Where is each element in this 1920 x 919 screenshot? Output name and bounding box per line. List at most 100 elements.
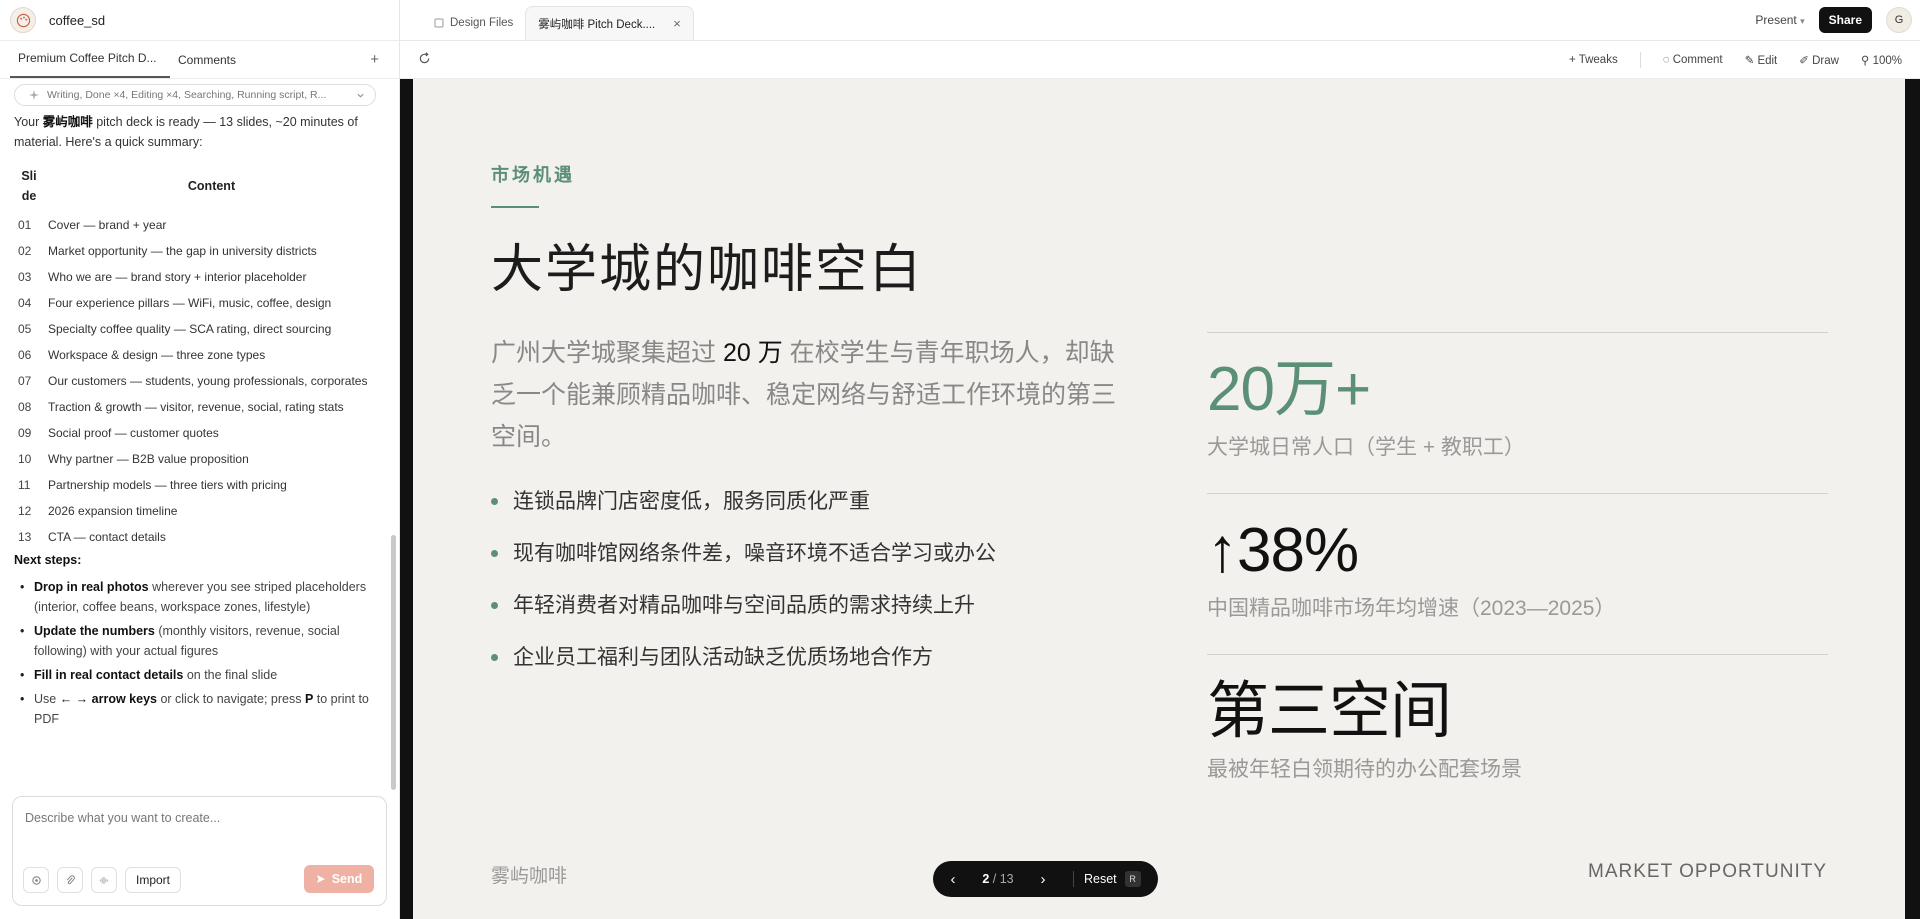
- stat-population: 20万+ 大学城日常人口（学生 + 教职工）: [1207, 332, 1828, 493]
- bullet-item: 现有咖啡馆网络条件差，噪音环境不适合学习或办公: [491, 541, 996, 593]
- step-text: or click to navigate; press: [156, 692, 305, 706]
- slide[interactable]: 市场机遇 大学城的咖啡空白 广州大学城聚集超过 20 万 在校学生与青年职场人，…: [413, 79, 1905, 919]
- close-tab-icon[interactable]: ×: [673, 16, 681, 31]
- table-row: 13 CTA — contact details: [14, 524, 379, 550]
- table-row: 01 Cover — brand + year: [14, 212, 379, 238]
- tab-pitch-deck-chat[interactable]: Premium Coffee Pitch D...: [10, 51, 170, 78]
- import-button[interactable]: Import: [125, 867, 182, 893]
- tweaks-button[interactable]: + Tweaks: [1569, 54, 1618, 66]
- bullet-item: 年轻消费者对精品咖啡与空间品质的需求持续上升: [491, 593, 996, 645]
- file-icon: [434, 18, 444, 28]
- stat-value: 第三空间: [1207, 677, 1452, 746]
- new-chat-plus-icon[interactable]: +: [370, 51, 379, 68]
- send-arrow-icon: [316, 875, 325, 883]
- present-dropdown[interactable]: Present ▾: [1755, 13, 1804, 27]
- next-slide-chevron-right-icon[interactable]: ›: [1023, 871, 1063, 888]
- slide-title: 大学城的咖啡空白: [491, 241, 924, 299]
- list-item: Drop in real photos wherever you see str…: [20, 577, 378, 617]
- zoom-level: 100%: [1872, 55, 1902, 67]
- divider: [1639, 52, 1641, 68]
- table-row: 06 Workspace & design — three zone types: [14, 342, 379, 368]
- stat-third-space: 第三空间 最被年轻白领期待的办公配套场景: [1207, 654, 1828, 815]
- bullet-item: 连锁品牌门店密度低，服务同质化严重: [491, 489, 996, 541]
- stat-caption: 中国精品咖啡市场年均增速（2023—2025）: [1207, 597, 1616, 620]
- comment-button[interactable]: ◌ Comment: [1663, 54, 1723, 66]
- slide-number: 12: [18, 504, 32, 518]
- topbar-actions: Present ▾ Share G: [1755, 7, 1912, 33]
- avatar[interactable]: G: [1886, 7, 1912, 33]
- prompt-composer[interactable]: Describe what you want to create... Impo…: [12, 796, 387, 906]
- sparkle-icon: [29, 90, 39, 100]
- stat-growth: ↑38% 中国精品咖啡市场年均增速（2023—2025）: [1207, 493, 1828, 654]
- summary-brand: 雾屿咖啡: [42, 115, 93, 129]
- slide-content: 2026 expansion timeline: [48, 504, 178, 518]
- reload-icon[interactable]: [418, 52, 431, 68]
- step-bold: ← → arrow keys: [59, 692, 157, 706]
- table-row: 11 Partnership models — three tiers with …: [14, 472, 379, 498]
- kicker-underline: [491, 206, 539, 208]
- send-label: Send: [331, 872, 363, 886]
- slide-number: 07: [18, 374, 32, 388]
- chevron-down-icon: ▾: [1800, 16, 1805, 26]
- chat-scrollbar[interactable]: [391, 535, 396, 790]
- prompt-input[interactable]: Describe what you want to create...: [13, 797, 386, 839]
- zoom-icon: ⚲: [1860, 55, 1873, 67]
- share-button[interactable]: Share: [1818, 7, 1872, 33]
- chat-panel: coffee_sd Premium Coffee Pitch D... Comm…: [0, 0, 400, 919]
- slide-stage: 市场机遇 大学城的咖啡空白 广州大学城聚集超过 20 万 在校学生与青年职场人，…: [400, 79, 1920, 919]
- draw-label: Draw: [1812, 55, 1839, 67]
- attach-paperclip-icon[interactable]: [57, 867, 83, 893]
- settings-icon[interactable]: [23, 867, 49, 893]
- table-row: 10 Why partner — B2B value proposition: [14, 446, 379, 472]
- tab-comments[interactable]: Comments: [170, 53, 244, 78]
- table-row: 02 Market opportunity — the gap in univer…: [14, 238, 379, 264]
- plus-icon: +: [1569, 54, 1579, 66]
- summary-text-start: Your: [14, 115, 43, 129]
- slide-pager: ‹ 2 / 13 › Reset R: [933, 861, 1158, 897]
- slide-number: 13: [18, 530, 32, 544]
- project-name[interactable]: coffee_sd: [49, 13, 105, 28]
- stat-value: ↑38%: [1207, 516, 1359, 585]
- slide-content: Who we are — brand story + interior plac…: [48, 270, 307, 284]
- slide-number: 08: [18, 400, 32, 414]
- present-label: Present: [1755, 13, 1797, 27]
- comment-label: Comment: [1672, 54, 1723, 66]
- slide-content: Traction & growth — visitor, revenue, so…: [48, 400, 344, 414]
- slide-number: 03: [18, 270, 32, 284]
- stat-caption: 最被年轻白领期待的办公配套场景: [1207, 758, 1522, 781]
- stats-column: 20万+ 大学城日常人口（学生 + 教职工） ↑38% 中国精品咖啡市场年均增速…: [1207, 332, 1828, 815]
- stat-value: 20万+: [1207, 355, 1371, 424]
- table-row: 08 Traction & growth — visitor, revenue, …: [14, 394, 379, 420]
- draw-button[interactable]: ✐ Draw: [1799, 53, 1839, 67]
- audio-waveform-icon[interactable]: [91, 867, 117, 893]
- tab-design-files[interactable]: Design Files: [422, 6, 525, 40]
- reset-button[interactable]: Reset: [1084, 872, 1117, 886]
- stat-caption: 大学城日常人口（学生 + 教职工）: [1207, 436, 1525, 459]
- tab-label: Design Files: [450, 17, 514, 29]
- tool-group: + Tweaks ◌ Comment ✎ Edit ✐ Draw ⚲ 100%: [1569, 41, 1902, 79]
- tweaks-label: Tweaks: [1578, 54, 1618, 66]
- tab-pitch-deck[interactable]: 雾屿咖啡 Pitch Deck.... ×: [525, 6, 694, 40]
- slide-content: Partnership models — three tiers with pr…: [48, 478, 287, 492]
- send-button[interactable]: Send: [304, 865, 374, 893]
- prev-slide-chevron-left-icon[interactable]: ‹: [933, 871, 973, 888]
- zoom-control[interactable]: ⚲ 100%: [1861, 53, 1902, 67]
- activity-status-text: Writing, Done ×4, Editing ×4, Searching,…: [47, 89, 327, 101]
- slide-number: 04: [18, 296, 32, 310]
- divider: [1073, 871, 1074, 887]
- table-row: 09 Social proof — customer quotes: [14, 420, 379, 446]
- slide-content: CTA — contact details: [48, 530, 166, 544]
- slide-content: Four experience pillars — WiFi, music, c…: [48, 296, 332, 310]
- edit-button[interactable]: ✎ Edit: [1745, 53, 1778, 67]
- slide-number: 01: [18, 218, 32, 232]
- next-steps-heading: Next steps:: [14, 553, 82, 567]
- total-pages: / 13: [992, 872, 1014, 886]
- palette-logo-icon[interactable]: [10, 7, 36, 33]
- step-bold: Fill in real contact details: [34, 668, 184, 682]
- activity-status-pill[interactable]: Writing, Done ×4, Editing ×4, Searching,…: [14, 84, 376, 106]
- canvas-toolbar: + Tweaks ◌ Comment ✎ Edit ✐ Draw ⚲ 100%: [400, 41, 1920, 79]
- step-text: on the final slide: [183, 668, 278, 682]
- slide-content: Specialty coffee quality — SCA rating, d…: [48, 322, 332, 336]
- current-page: 2: [982, 872, 990, 886]
- step-bold: Update the numbers: [34, 624, 155, 638]
